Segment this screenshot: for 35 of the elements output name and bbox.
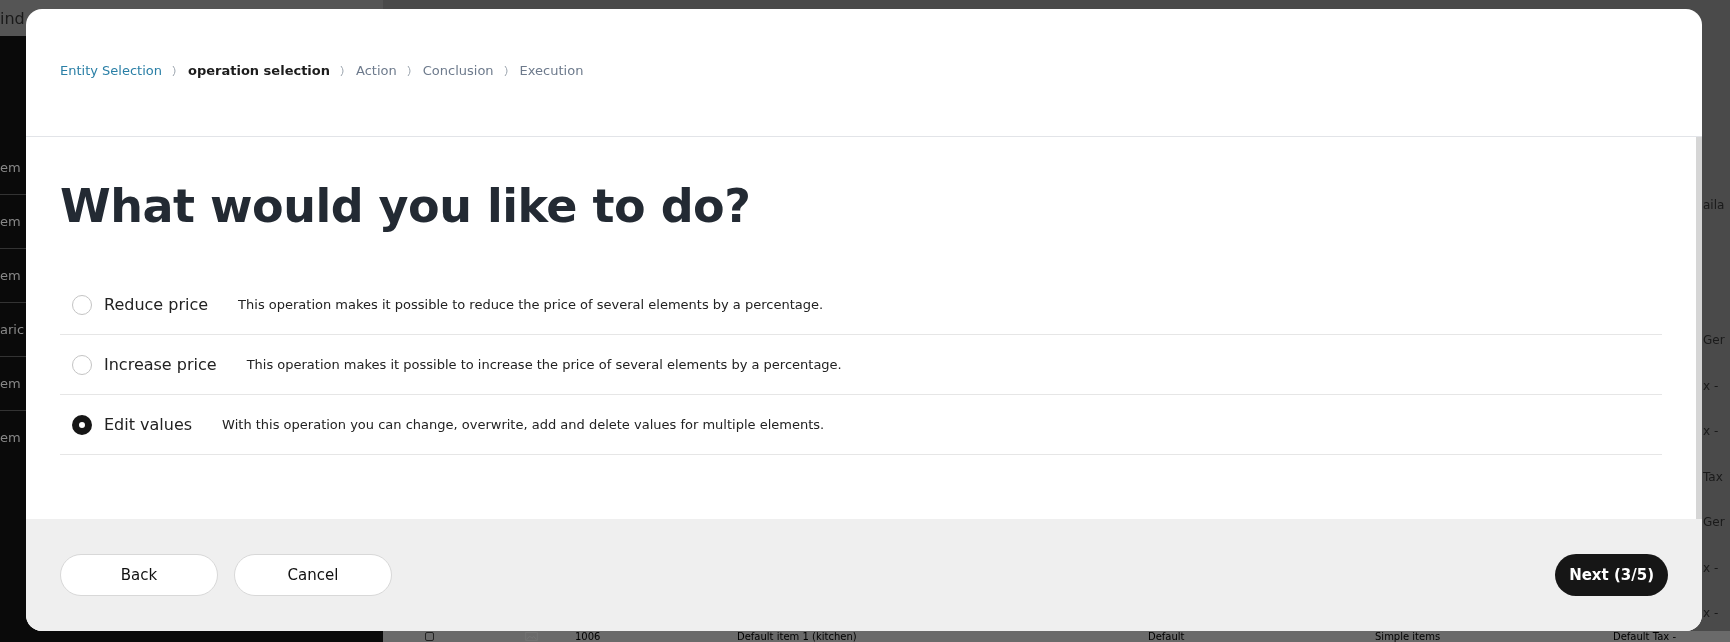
checkbox[interactable] xyxy=(425,632,434,641)
option-label[interactable]: Edit values xyxy=(104,415,193,434)
option-label[interactable]: Increase price xyxy=(104,355,217,374)
sidebar-item: aric xyxy=(0,322,25,337)
table-cell: Default xyxy=(1148,631,1185,642)
breadcrumb-item: Execution xyxy=(519,63,584,78)
chevron-icon xyxy=(172,64,178,77)
chevron-icon xyxy=(406,64,413,77)
option-description: This operation makes it possible to increase the price of several elements by a percentage. xyxy=(246,357,842,372)
image-icon xyxy=(525,632,538,641)
footer-button[interactable]: Cancel xyxy=(234,554,392,596)
option-description: This operation makes it possible to reduce the price of several elements by a percentage. xyxy=(238,297,824,312)
table-cell: 1006 xyxy=(575,631,601,642)
dialog-title: What would you like to do? xyxy=(60,179,752,233)
option-description: With this operation you can change, overwrite, add and delete values for multiple elements. xyxy=(222,417,825,432)
breadcrumb-item: Action xyxy=(356,63,397,78)
sidebar-item: em xyxy=(0,268,21,283)
radio-button[interactable] xyxy=(72,414,92,435)
table-cell: Default item 1 (kitchen) xyxy=(737,631,857,642)
sidebar-item: em xyxy=(0,160,21,175)
next-button[interactable]: Next (3/5) xyxy=(1555,554,1668,596)
option-label[interactable]: Reduce price xyxy=(104,295,209,314)
sidebar-item: em xyxy=(0,376,21,391)
table-cell: Default Tax - xyxy=(1613,631,1676,642)
breadcrumb-item: Conclusion xyxy=(422,63,494,78)
search-text: ind xyxy=(0,8,25,28)
table-cell: Simple items xyxy=(1375,631,1441,642)
chevron-icon xyxy=(503,64,510,77)
scrollbar[interactable] xyxy=(1696,137,1702,519)
sidebar-item: em xyxy=(0,430,21,445)
chevron-icon xyxy=(340,64,346,77)
breadcrumb-item: operation selection xyxy=(188,63,330,78)
footer-button[interactable]: Back xyxy=(60,554,218,596)
breadcrumb-item[interactable]: Entity Selection xyxy=(60,63,162,78)
sidebar-item: em xyxy=(0,214,21,229)
